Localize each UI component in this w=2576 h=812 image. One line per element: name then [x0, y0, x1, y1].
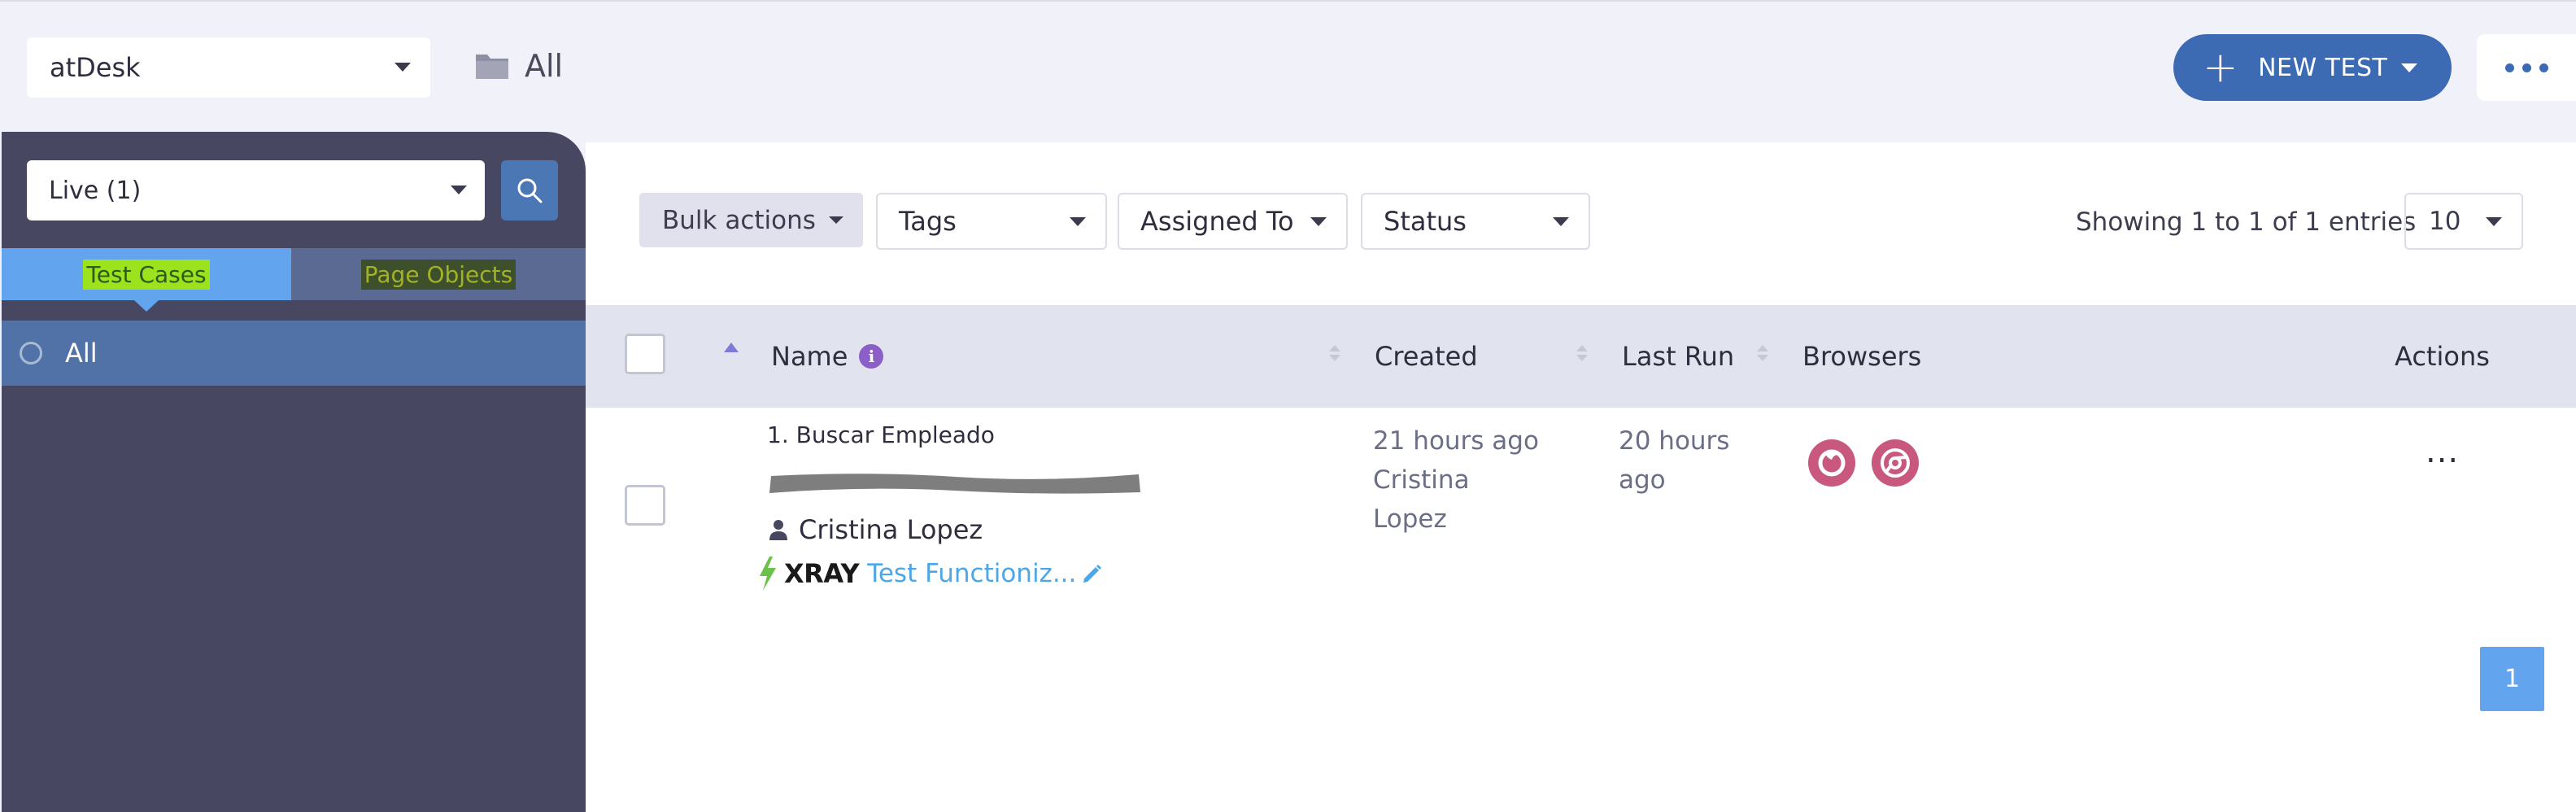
- page-size-value: 10: [2429, 207, 2461, 236]
- column-header-name[interactable]: Name i: [771, 338, 884, 375]
- info-icon[interactable]: i: [859, 344, 884, 369]
- chevron-down-icon: [1553, 217, 1569, 226]
- plus-icon: +: [2203, 43, 2239, 92]
- active-tab-pointer: [134, 300, 159, 312]
- xray-test-link[interactable]: Test Functioniz...: [867, 559, 1076, 588]
- search-icon: [517, 178, 543, 203]
- sidebar: [2, 132, 586, 812]
- tab-label: Test Cases: [83, 259, 210, 290]
- tab-test-cases[interactable]: Test Cases: [2, 248, 291, 312]
- firefox-icon: [1808, 439, 1855, 487]
- chevron-down-icon: [451, 186, 467, 194]
- filter-label: Assigned To: [1140, 206, 1294, 237]
- tree-item-label: All: [65, 338, 98, 369]
- sort-icon[interactable]: [1757, 345, 1768, 351]
- owner-name: Cristina Lopez: [799, 514, 983, 545]
- bulk-actions-button[interactable]: Bulk actions: [639, 193, 863, 247]
- new-test-button[interactable]: + NEW TEST: [2173, 34, 2452, 101]
- radio-icon: [20, 342, 42, 365]
- chevron-down-icon: [828, 216, 843, 224]
- status-filter[interactable]: Status: [1361, 193, 1590, 250]
- chevron-down-icon: [1310, 217, 1327, 226]
- chevron-down-icon: [394, 63, 411, 72]
- created-by: Cristina: [1373, 465, 1470, 495]
- created-by: Lopez: [1373, 504, 1447, 534]
- chevron-down-icon[interactable]: [2401, 63, 2417, 72]
- test-filter-select[interactable]: Live (1): [27, 160, 485, 220]
- breadcrumb[interactable]: All: [474, 46, 563, 86]
- tab-page-objects[interactable]: Page Objects: [291, 248, 586, 300]
- sort-icon[interactable]: [1329, 345, 1340, 351]
- sort-icon[interactable]: [1329, 355, 1340, 361]
- sort-icon[interactable]: [1757, 355, 1768, 361]
- last-run-time: 20 hours: [1619, 426, 1730, 456]
- filter-label: Status: [1384, 206, 1467, 237]
- redacted-text: [769, 474, 1140, 494]
- tags-filter[interactable]: Tags: [876, 193, 1107, 250]
- ellipsis-icon: [2504, 63, 2514, 72]
- column-header-actions: Actions: [2395, 341, 2490, 372]
- search-button[interactable]: [501, 160, 558, 220]
- top-border: [0, 0, 2576, 2]
- project-select[interactable]: atDesk: [27, 37, 430, 98]
- chrome-icon: [1872, 439, 1919, 487]
- last-run-time: ago: [1619, 465, 1666, 495]
- assigned-to-filter[interactable]: Assigned To: [1118, 193, 1348, 250]
- row-checkbox[interactable]: [625, 485, 665, 526]
- chevron-down-icon: [2486, 217, 2502, 226]
- xray-bolt-icon: [760, 557, 776, 591]
- filter-label: Tags: [899, 206, 957, 237]
- page-size-select[interactable]: 10: [2404, 193, 2523, 250]
- breadcrumb-label: All: [525, 48, 564, 84]
- column-header-last-run[interactable]: Last Run: [1622, 338, 1734, 375]
- xray-logo-text: XRAY: [784, 558, 860, 589]
- filter-select-value: Live (1): [49, 176, 142, 205]
- select-all-checkbox[interactable]: [625, 334, 665, 374]
- test-owner: Cristina Lopez: [768, 511, 983, 548]
- created-cell: 21 hours ago Cristina Lopez: [1373, 421, 1539, 539]
- sort-asc-icon[interactable]: [724, 343, 739, 352]
- pencil-icon[interactable]: [1081, 562, 1104, 585]
- project-select-value: atDesk: [50, 52, 141, 83]
- tree-item-all[interactable]: All: [2, 321, 586, 386]
- folder-icon: [476, 55, 508, 79]
- column-header-created[interactable]: Created: [1375, 338, 1478, 375]
- column-header-browsers: Browsers: [1802, 341, 1922, 372]
- test-name-link[interactable]: 1. Buscar Empleado: [767, 421, 995, 448]
- bulk-actions-label: Bulk actions: [662, 205, 816, 235]
- more-options-button[interactable]: [2477, 34, 2576, 101]
- user-icon: [769, 520, 787, 540]
- tab-label: Page Objects: [360, 259, 517, 290]
- last-run-cell: 20 hours ago: [1619, 421, 1729, 500]
- new-test-label: NEW TEST: [2258, 53, 2388, 82]
- chevron-down-icon: [1070, 217, 1086, 226]
- xray-integration[interactable]: XRAY Test Functioniz...: [756, 553, 1104, 594]
- pagination-page[interactable]: 1: [2480, 647, 2544, 711]
- sort-icon[interactable]: [1576, 345, 1588, 351]
- row-actions-menu[interactable]: ...: [2426, 435, 2459, 468]
- column-label: Name: [771, 341, 848, 372]
- sort-icon[interactable]: [1576, 355, 1588, 361]
- created-time: 21 hours ago: [1373, 426, 1539, 456]
- entries-info: Showing 1 to 1 of 1 entries: [2076, 207, 2417, 237]
